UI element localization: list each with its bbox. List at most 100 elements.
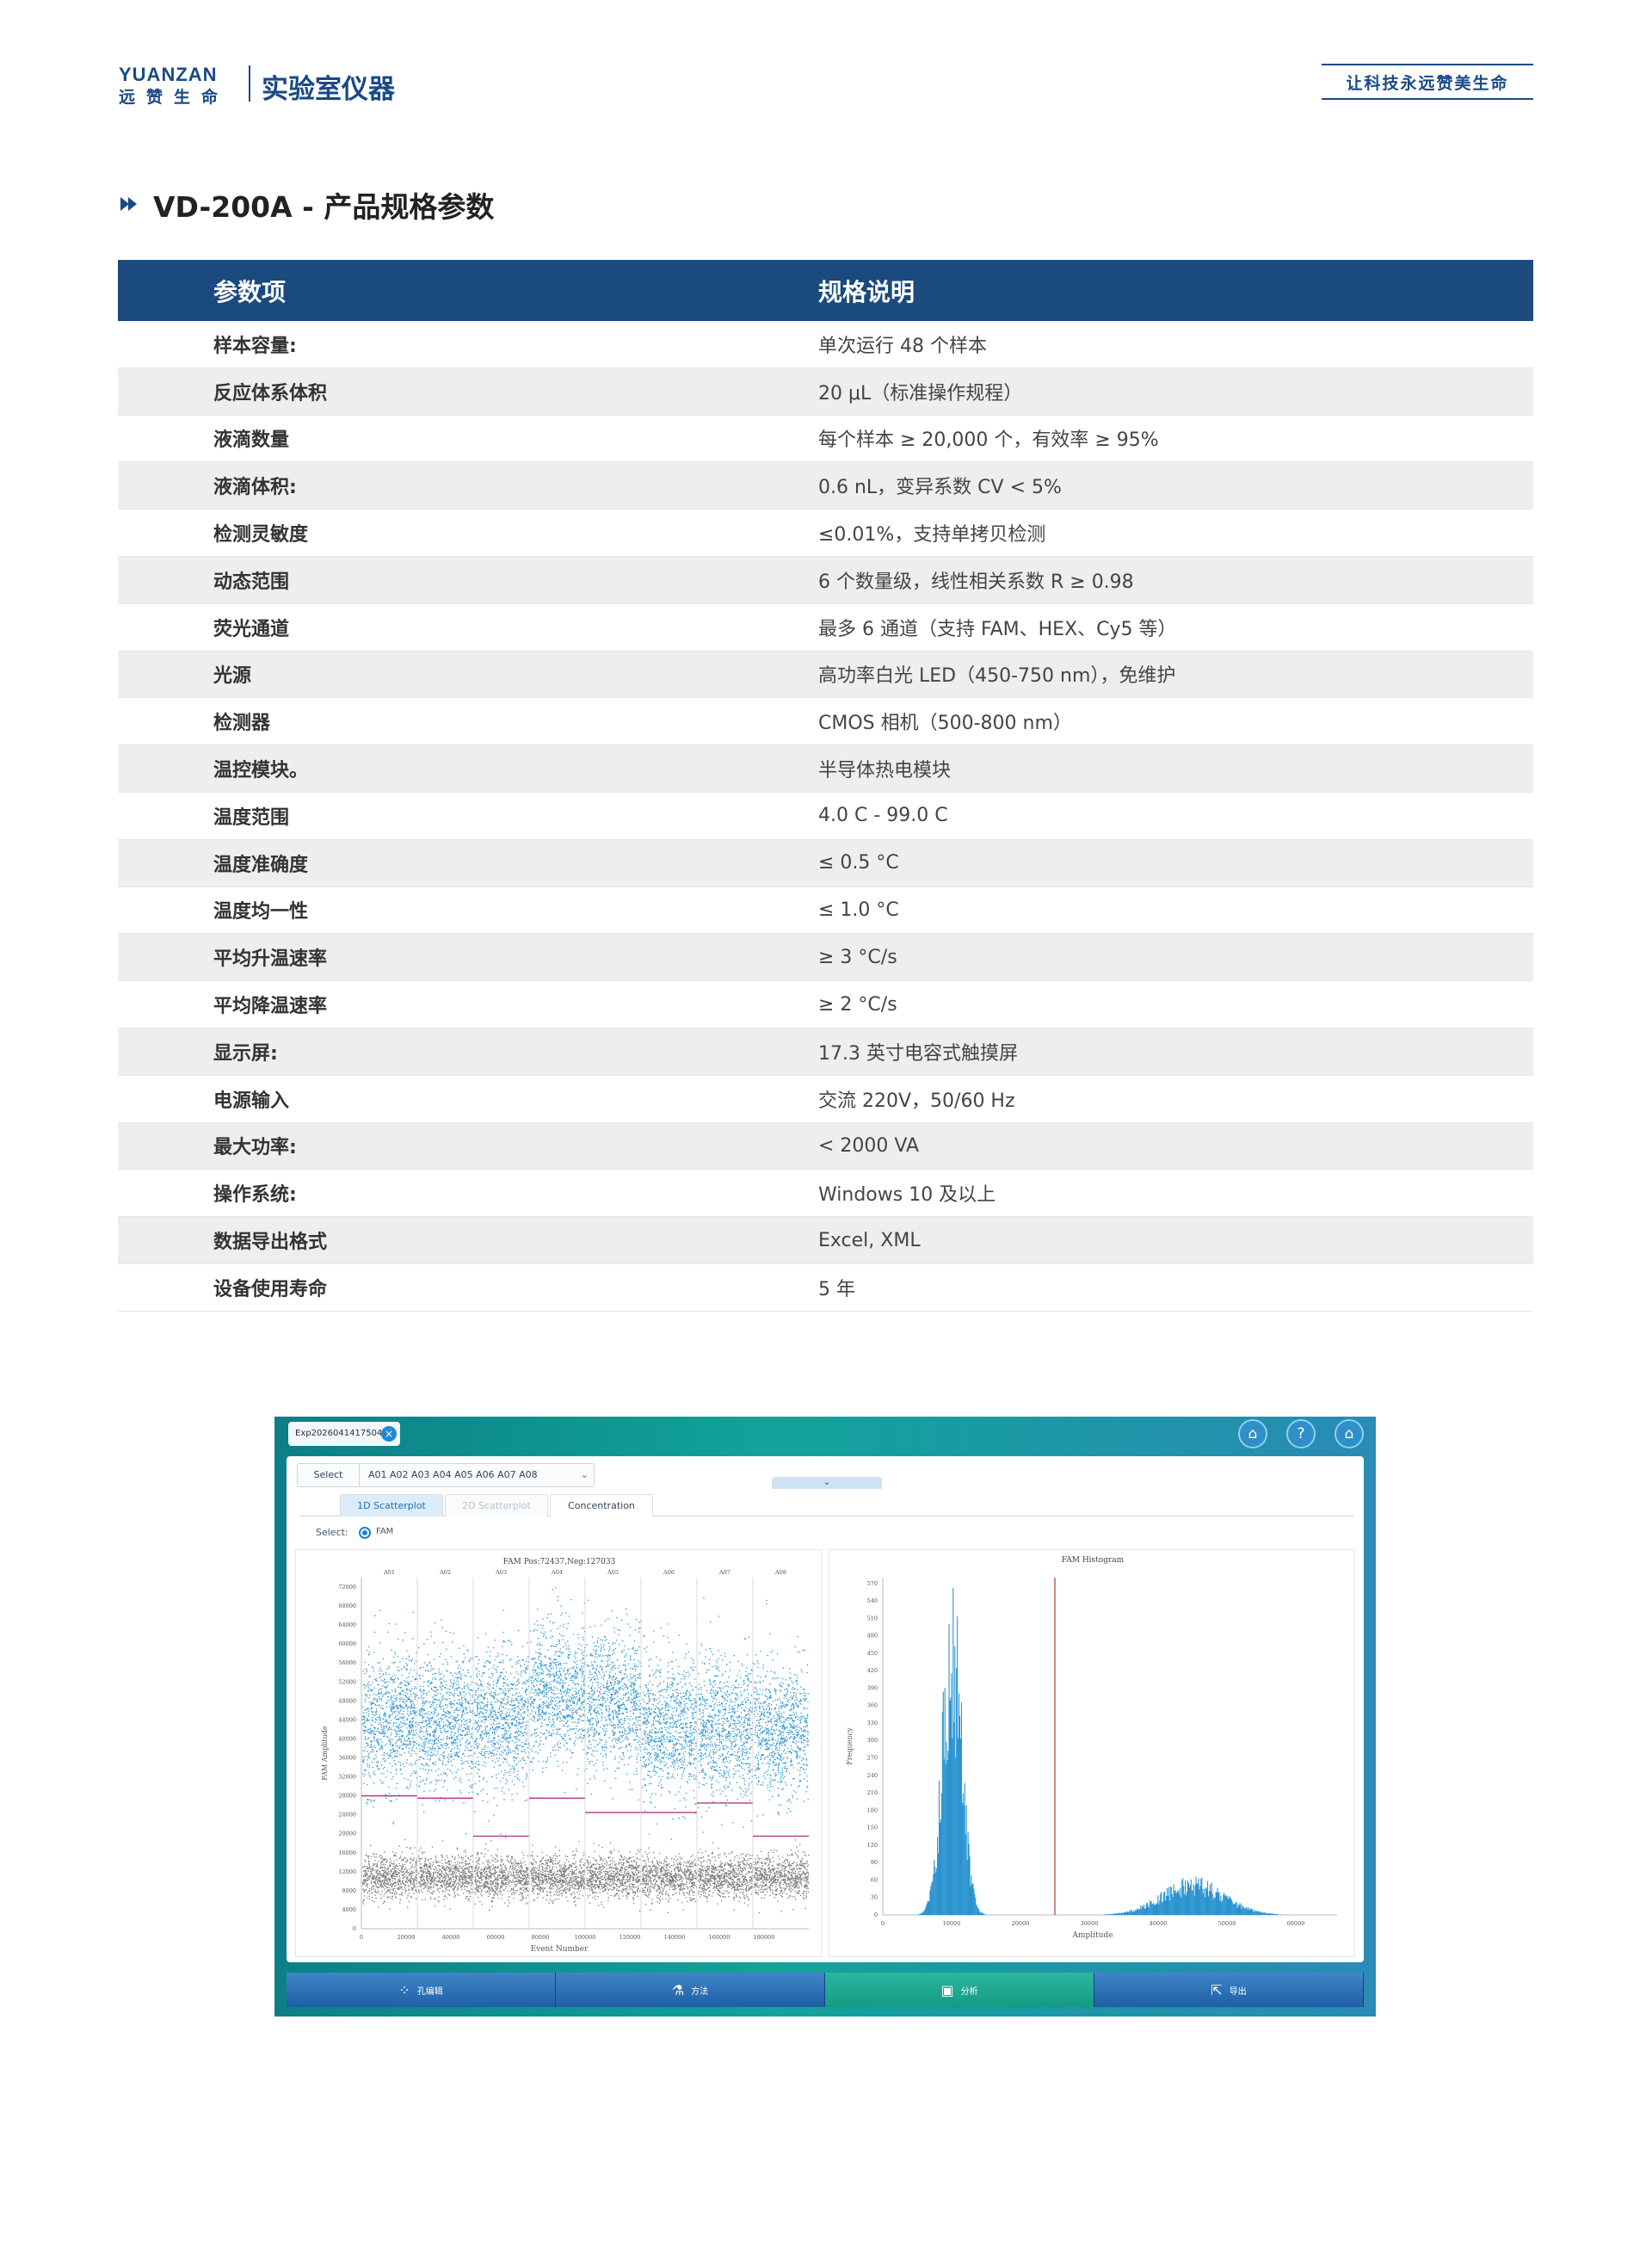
positive-point [362,1723,364,1725]
well-selector[interactable]: Select A01 A02 A03 A04 A05 A06 A07 A08 ⌄ [297,1463,595,1487]
positive-point [497,1677,500,1679]
negative-point [371,1876,373,1879]
positive-point [490,1695,492,1697]
positive-point [388,1622,391,1625]
positive-point [514,1704,515,1706]
positive-point [362,1760,364,1762]
positive-point [452,1756,453,1757]
chevron-down-icon[interactable]: ⌄ [581,1464,589,1486]
positive-point [382,1730,384,1732]
positive-point [436,1743,438,1745]
positive-point [364,1673,366,1675]
positive-point [373,1699,374,1701]
positive-point [453,1679,455,1682]
positive-point [494,1696,496,1698]
negative-point [495,1881,496,1883]
positive-point [468,1779,470,1782]
y-tick-label: 40000 [338,1735,356,1742]
negative-point [462,1878,464,1881]
negative-point [435,1862,438,1863]
positive-point [450,1672,452,1674]
positive-point [389,1706,391,1708]
positive-point [429,1682,432,1683]
tab-concentration[interactable]: Concentration [550,1494,653,1516]
positive-point [373,1749,374,1751]
negative-point [443,1866,445,1868]
positive-point [451,1748,453,1751]
positive-point [444,1757,446,1759]
positive-point [370,1724,373,1726]
positive-point [458,1695,459,1697]
positive-point [509,1735,510,1737]
positive-point [433,1723,435,1725]
positive-point [516,1747,519,1749]
negative-point [468,1881,470,1883]
negative-point [463,1893,465,1894]
positive-point [475,1669,477,1671]
positive-point [506,1716,508,1718]
close-icon[interactable]: × [381,1426,397,1442]
y-tick-label: 28000 [338,1793,356,1800]
positive-point [453,1695,455,1697]
tab-1d-scatterplot[interactable]: 1D Scatterplot [340,1494,443,1516]
negative-point [462,1862,464,1863]
positive-point [510,1683,513,1685]
spec-param: 检测器 [213,713,271,735]
negative-point [411,1866,413,1868]
negative-point [521,1887,523,1889]
positive-point [371,1749,373,1751]
negative-point [521,1893,523,1895]
positive-point [517,1770,519,1772]
positive-point [499,1726,501,1727]
channel-radio[interactable] [359,1527,371,1539]
negative-point [362,1903,364,1905]
positive-point [418,1675,420,1677]
negative-point [445,1875,447,1878]
positive-point [367,1708,369,1710]
positive-point [453,1700,456,1702]
positive-point [509,1726,511,1728]
negative-point [509,1890,511,1892]
positive-point [450,1755,452,1757]
positive-point [502,1640,505,1642]
positive-point [424,1753,426,1755]
negative-point [373,1864,375,1866]
user-icon[interactable]: ⌂ [1335,1419,1364,1448]
experiment-tab[interactable]: Exp20260414175048 × [288,1422,400,1446]
positive-point [444,1772,447,1775]
negative-point [423,1863,426,1865]
positive-point [496,1679,499,1681]
positive-point [371,1689,373,1691]
positive-point [390,1704,391,1706]
positive-point [477,1793,478,1794]
positive-point [438,1768,440,1770]
positive-point [488,1668,490,1671]
positive-point [384,1766,385,1769]
home-icon[interactable]: ⌂ [1238,1419,1267,1448]
well-select-button[interactable]: Select [298,1464,360,1486]
positive-point [367,1715,369,1717]
spec-value: ≥ 3 °C/s [818,946,897,968]
negative-point [453,1868,455,1870]
negative-point [453,1858,455,1860]
negative-point [490,1859,493,1862]
positive-point [428,1765,430,1767]
positive-point [505,1714,508,1716]
positive-point [443,1755,445,1757]
positive-point [454,1672,456,1674]
collapse-toggle[interactable]: ⌄ [772,1477,882,1489]
positive-point [450,1742,453,1744]
tab-2d-scatterplot[interactable]: 2D Scatterplot [445,1494,548,1516]
positive-point [442,1698,444,1700]
negative-point [453,1885,455,1887]
help-icon[interactable]: ? [1286,1419,1316,1448]
negative-point [389,1880,391,1881]
positive-point [405,1746,407,1749]
negative-point [510,1873,513,1875]
negative-point [401,1875,403,1877]
positive-point [506,1732,509,1734]
y-tick-label: 48000 [338,1697,356,1704]
negative-point [404,1838,406,1841]
positive-point [371,1710,373,1713]
positive-point [494,1720,496,1722]
